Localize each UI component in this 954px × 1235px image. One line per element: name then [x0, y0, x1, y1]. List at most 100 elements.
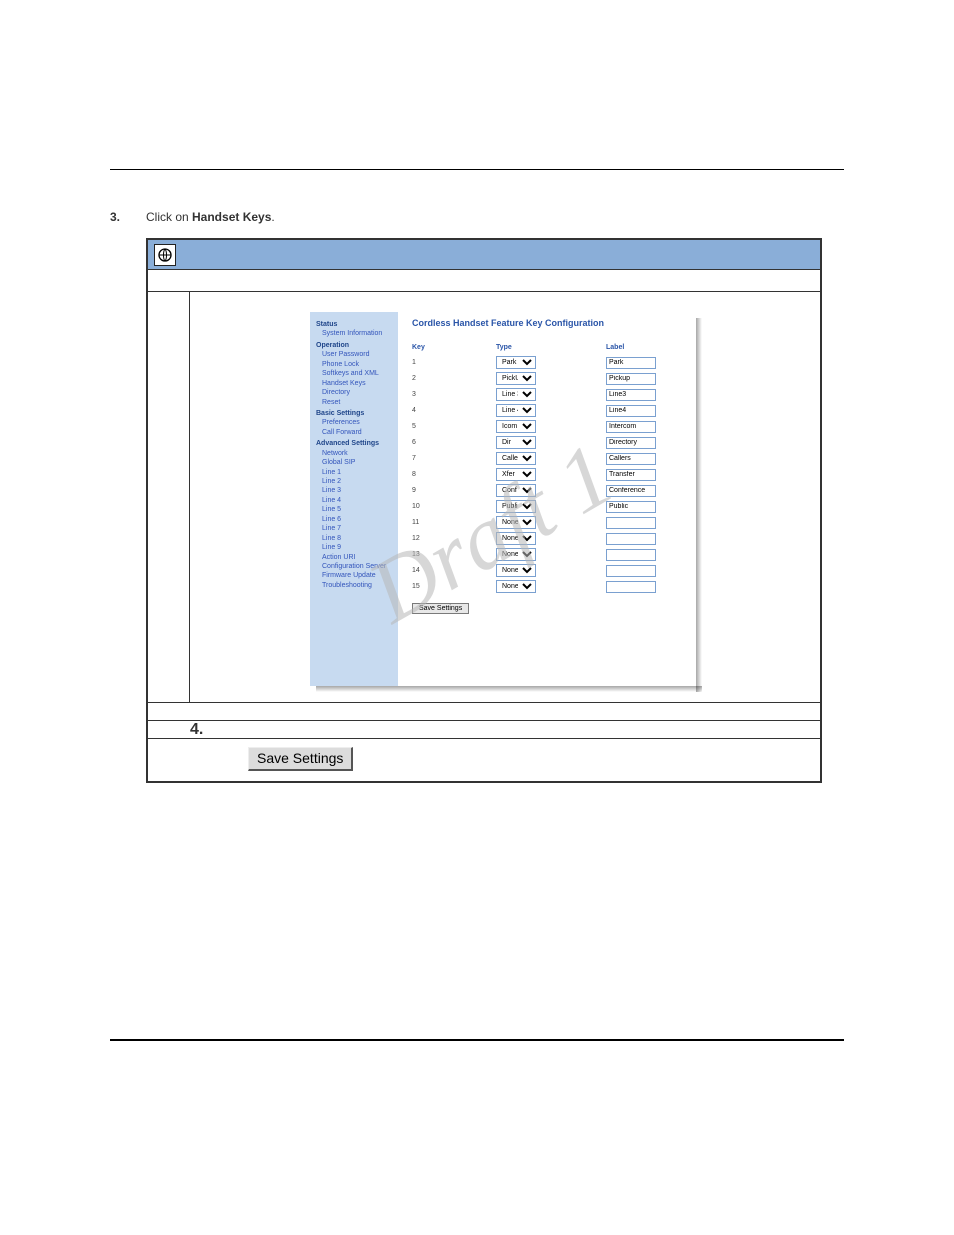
- type-select[interactable]: Callers: [496, 452, 536, 465]
- key-number: 9: [412, 487, 496, 494]
- table-row: 7Callers: [412, 451, 686, 466]
- sidebar-item-configserver[interactable]: Configuration Server: [316, 562, 392, 571]
- label-input[interactable]: [606, 421, 656, 433]
- sidebar-item-phonelock[interactable]: Phone Lock: [316, 360, 392, 369]
- sidebar-item-line1[interactable]: Line 1: [316, 468, 392, 477]
- step-text: Click on Handset Keys.: [146, 210, 844, 224]
- table-row: 14None: [412, 563, 686, 578]
- key-number: 1: [412, 359, 496, 366]
- sidebar-item-sysinfo[interactable]: System Information: [316, 329, 392, 338]
- key-number: 8: [412, 471, 496, 478]
- label-input[interactable]: [606, 453, 656, 465]
- key-number: 12: [412, 535, 496, 542]
- left-margin-col: [148, 292, 190, 702]
- key-number: 13: [412, 551, 496, 558]
- sidebar-cat-basic: Basic Settings: [316, 409, 392, 418]
- table-row: 11None: [412, 515, 686, 530]
- type-select[interactable]: Public: [496, 500, 536, 513]
- label-input[interactable]: [606, 469, 656, 481]
- sidebar-item-directory[interactable]: Directory: [316, 388, 392, 397]
- divider-row-1: [148, 702, 820, 720]
- type-select[interactable]: PickUp: [496, 372, 536, 385]
- content-title: Cordless Handset Feature Key Configurati…: [412, 318, 686, 328]
- label-input[interactable]: [606, 405, 656, 417]
- sidebar-item-prefs[interactable]: Preferences: [316, 418, 392, 427]
- table-row: 2PickUp: [412, 371, 686, 386]
- sidebar-cat-operation: Operation: [316, 341, 392, 350]
- type-select[interactable]: None: [496, 564, 536, 577]
- step-num: 3.: [110, 210, 146, 224]
- label-input[interactable]: [606, 549, 656, 561]
- sidebar-item-globalsip[interactable]: Global SIP: [316, 458, 392, 467]
- sidebar-item-actionuri[interactable]: Action URI: [316, 553, 392, 562]
- embedded-config-window: Status System Information Operation User…: [310, 312, 696, 686]
- save-settings-button[interactable]: Save Settings: [248, 747, 353, 771]
- banner: [148, 240, 820, 270]
- sidebar-item-userpw[interactable]: User Password: [316, 350, 392, 359]
- key-number: 3: [412, 391, 496, 398]
- sidebar-item-line5[interactable]: Line 5: [316, 505, 392, 514]
- key-number: 7: [412, 455, 496, 462]
- sidebar-cat-advanced: Advanced Settings: [316, 439, 392, 448]
- label-input[interactable]: [606, 517, 656, 529]
- sidebar-item-softkeys[interactable]: Softkeys and XML: [316, 369, 392, 378]
- sidebar-item-reset[interactable]: Reset: [316, 398, 392, 407]
- step-3: 3. Click on Handset Keys.: [110, 210, 844, 224]
- table-row: 6Dir: [412, 435, 686, 450]
- table-row: 8Xfer: [412, 467, 686, 482]
- sidebar-item-line3[interactable]: Line 3: [316, 486, 392, 495]
- sidebar-item-line7[interactable]: Line 7: [316, 524, 392, 533]
- inner-save-button[interactable]: Save Settings: [412, 603, 469, 614]
- label-input[interactable]: [606, 533, 656, 545]
- type-select[interactable]: None: [496, 548, 536, 561]
- type-select[interactable]: Xfer: [496, 468, 536, 481]
- sidebar-item-line8[interactable]: Line 8: [316, 534, 392, 543]
- label-input[interactable]: [606, 485, 656, 497]
- label-input[interactable]: [606, 373, 656, 385]
- table-row: 4Line 4: [412, 403, 686, 418]
- sidebar-item-network[interactable]: Network: [316, 449, 392, 458]
- divider-row-2: 4.: [148, 720, 820, 738]
- key-number: 14: [412, 567, 496, 574]
- type-select[interactable]: Line 3: [496, 388, 536, 401]
- label-input[interactable]: [606, 437, 656, 449]
- table-row: 13None: [412, 547, 686, 562]
- sidebar-item-line6[interactable]: Line 6: [316, 515, 392, 524]
- sidebar-item-callfwd[interactable]: Call Forward: [316, 428, 392, 437]
- type-select[interactable]: None: [496, 516, 536, 529]
- type-select[interactable]: None: [496, 580, 536, 593]
- key-number: 5: [412, 423, 496, 430]
- sidebar-item-line4[interactable]: Line 4: [316, 496, 392, 505]
- type-select[interactable]: Line 4: [496, 404, 536, 417]
- label-input[interactable]: [606, 581, 656, 593]
- table-row: 10Public: [412, 499, 686, 514]
- hdr-label: Label: [606, 344, 686, 351]
- type-select[interactable]: Conf: [496, 484, 536, 497]
- key-number: 6: [412, 439, 496, 446]
- shadow-right: [696, 318, 702, 692]
- sidebar-item-line2[interactable]: Line 2: [316, 477, 392, 486]
- page-footer: [110, 1039, 844, 1079]
- label-input[interactable]: [606, 565, 656, 577]
- sidebar-item-troubleshoot[interactable]: Troubleshooting: [316, 581, 392, 590]
- sidebar-item-fwupdate[interactable]: Firmware Update: [316, 571, 392, 580]
- type-select[interactable]: None: [496, 532, 536, 545]
- save-row: Save Settings: [148, 738, 820, 781]
- sub-banner: [148, 270, 820, 292]
- label-input[interactable]: [606, 357, 656, 369]
- key-number: 4: [412, 407, 496, 414]
- table-row: 15None: [412, 579, 686, 594]
- label-input[interactable]: [606, 501, 656, 513]
- sidebar: Status System Information Operation User…: [310, 312, 398, 686]
- type-select[interactable]: Park: [496, 356, 536, 369]
- type-select[interactable]: Dir: [496, 436, 536, 449]
- type-select[interactable]: Icom: [496, 420, 536, 433]
- sidebar-item-line9[interactable]: Line 9: [316, 543, 392, 552]
- table-header: Key Type Label: [412, 344, 686, 351]
- sidebar-item-handsetkeys[interactable]: Handset Keys: [316, 379, 392, 388]
- key-number: 10: [412, 503, 496, 510]
- sidebar-cat-status: Status: [316, 320, 392, 329]
- table-row: 12None: [412, 531, 686, 546]
- label-input[interactable]: [606, 389, 656, 401]
- globe-icon: [154, 244, 176, 266]
